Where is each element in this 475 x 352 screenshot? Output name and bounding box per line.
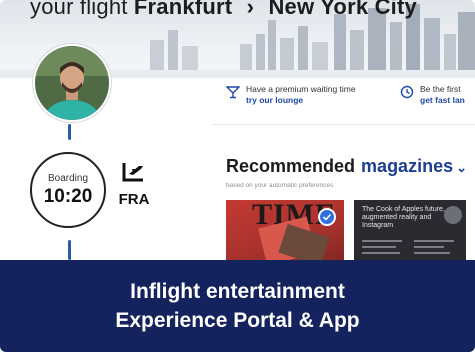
app-screen: your flight Frankfurt › New York City Bo… (0, 0, 475, 352)
destination-city: New York City (268, 0, 417, 19)
timeline-segment (68, 124, 71, 140)
boarding-time-badge: Boarding 10:20 (30, 152, 106, 228)
boarding-time: 10:20 (43, 185, 93, 207)
flight-route-title: your flight Frankfurt › New York City (30, 0, 417, 20)
text-line (362, 240, 402, 242)
fast-lane-tip[interactable]: Be the first get fast lan (400, 84, 465, 106)
airplane-takeoff-icon (122, 163, 143, 182)
fast-lane-link[interactable]: get fast lan (420, 95, 465, 106)
boarding-label: Boarding (47, 172, 89, 184)
text-line (414, 240, 454, 242)
airport-code: FRA (118, 191, 150, 208)
magazines-title-accent: magazines (361, 156, 454, 176)
origin-city: Frankfurt (133, 0, 233, 19)
magazines-section-title: Recommended magazines ⌄ (226, 156, 467, 177)
magazines-title: Recommended (226, 156, 356, 176)
lounge-tip[interactable]: Have a premium waiting time try our loun… (226, 84, 356, 106)
caption-banner: Inflight entertainment Experience Portal… (0, 260, 475, 352)
chevron-down-icon[interactable]: ⌄ (456, 160, 467, 175)
tip-text: Be the first (420, 84, 461, 94)
tip-text: Have a premium waiting time (246, 84, 356, 94)
more-options-icon[interactable] (444, 206, 462, 224)
cocktail-icon (226, 86, 240, 99)
route-arrow: › (246, 0, 255, 19)
magazine-headline: The Cook of Apples future, augmented rea… (362, 206, 445, 229)
text-line (362, 252, 400, 254)
user-avatar[interactable] (33, 44, 111, 122)
departure-airport: FRA (114, 160, 154, 208)
text-line (414, 252, 450, 254)
timeline-segment (68, 240, 71, 260)
divider (212, 124, 475, 125)
selected-check-icon[interactable] (318, 208, 336, 226)
text-line (362, 246, 396, 248)
try-lounge-link[interactable]: try our lounge (246, 95, 356, 106)
avatar-photo (35, 46, 109, 120)
banner-line-1: Inflight entertainment (130, 280, 345, 303)
clock-icon (400, 85, 414, 99)
magazines-subtitle: based on your automatic preferences (226, 182, 334, 189)
route-prefix: your flight (30, 0, 128, 19)
text-line (414, 246, 444, 248)
banner-line-2: Experience Portal & App (115, 309, 360, 332)
